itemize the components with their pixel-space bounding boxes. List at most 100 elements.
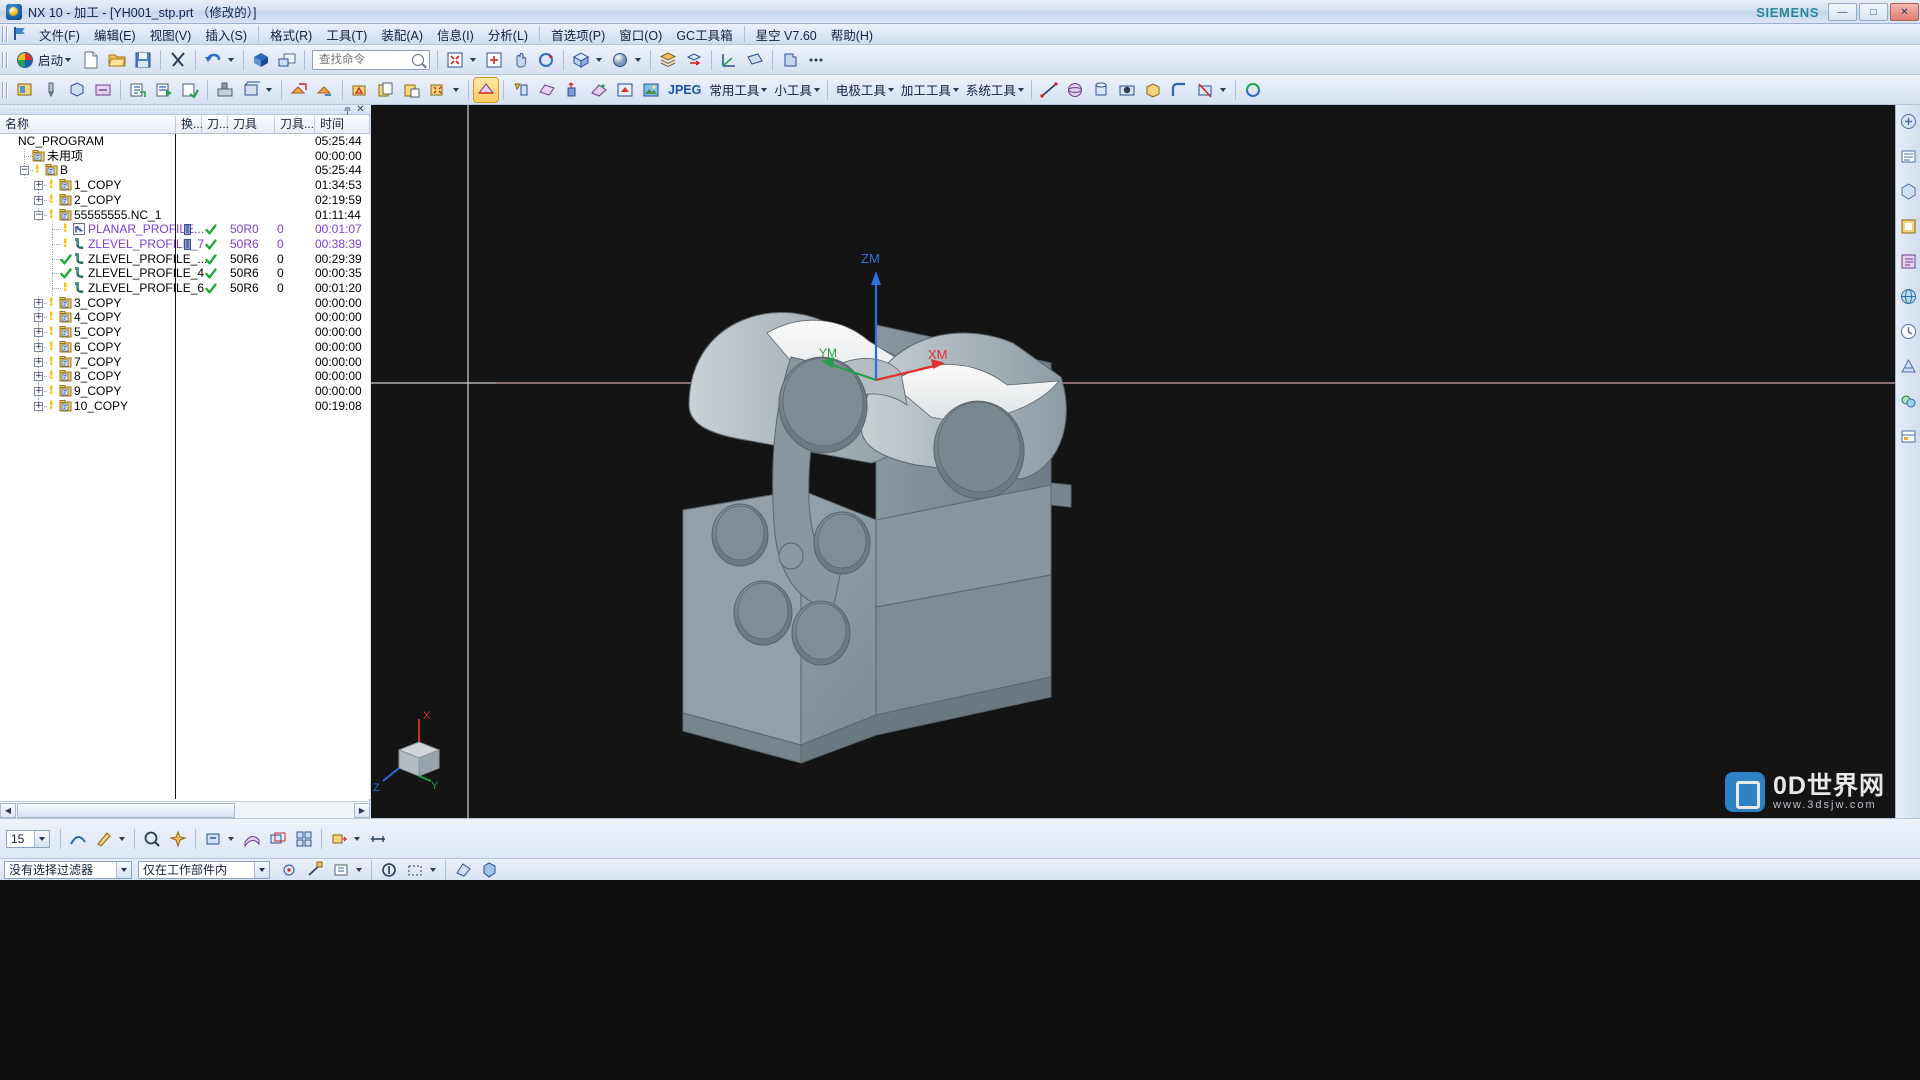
move-object-dropdown[interactable] (353, 827, 364, 851)
chevron-down-icon[interactable] (65, 57, 72, 62)
close-panel-icon[interactable]: ✕ (355, 105, 366, 115)
tree-row-name[interactable]: ZLEVEL_PROFILE_6 (88, 281, 204, 296)
tree-expand-button[interactable]: + (34, 386, 43, 396)
create-method-button[interactable] (91, 78, 115, 102)
new-file-button[interactable] (79, 48, 103, 72)
create-program-button[interactable] (13, 78, 37, 102)
sync-modeling-button[interactable] (1241, 78, 1265, 102)
graphics-window[interactable]: ZM XM YM X Z Y 0D世界网 www.3dsjw.com (371, 105, 1895, 818)
trim-button[interactable] (1193, 78, 1217, 102)
tree-row-name[interactable]: 5_COPY (74, 325, 121, 340)
cut-button[interactable] (166, 48, 190, 72)
chevron-down-icon[interactable] (813, 87, 820, 92)
zoom-level-combo[interactable]: 15 (6, 829, 50, 848)
shaded-dropdown[interactable] (634, 48, 645, 72)
selection-scope-combo[interactable]: 仅在工作部件内 (138, 860, 270, 879)
navigator-drag-handle[interactable] (4, 108, 356, 112)
tree-expand-button[interactable]: + (34, 195, 43, 205)
assembly-navigator-icon[interactable] (1898, 111, 1919, 132)
tree-row-name[interactable]: ZLEVEL_PROFILE_4 (88, 266, 204, 281)
model-viewport[interactable]: ZM XM YM X Z Y (371, 105, 1895, 818)
cut-region-button[interactable] (348, 78, 372, 102)
rotate-button[interactable] (534, 48, 558, 72)
rectangle-select-button[interactable] (403, 858, 427, 882)
pin-icon[interactable] (342, 105, 353, 115)
tree-row[interactable]: +10_COPY 00:19:08 (0, 398, 370, 414)
menu-item-assembly[interactable]: 装配(A) (374, 23, 430, 46)
create-geometry-button[interactable] (65, 78, 89, 102)
snap-options-button[interactable] (329, 858, 353, 882)
feature-dropdown[interactable] (1219, 78, 1230, 102)
tree-row-name[interactable]: 2_COPY (74, 193, 121, 208)
menu-electrode-tools[interactable]: 电极工具 (832, 80, 888, 99)
tree-row[interactable]: +3_COPY 00:00:00 (0, 295, 370, 311)
chevron-down-icon[interactable] (1017, 87, 1024, 92)
tree-expand-button[interactable]: + (34, 181, 43, 191)
col-header-time[interactable]: 时间 (315, 116, 370, 133)
zoom-button[interactable] (482, 48, 506, 72)
toolbar-grip[interactable] (2, 81, 9, 98)
col-header-change[interactable]: 换... (176, 116, 203, 133)
tree-expand-button[interactable]: + (34, 401, 43, 411)
constraint-navigator-icon[interactable] (1898, 146, 1919, 167)
search-icon[interactable] (412, 53, 425, 66)
operation-navigator-tree[interactable]: NC_PROGRAM 05:25:44 未用项 00:00:00− B 05:25:44 +… (0, 134, 370, 799)
select-mode-dropdown[interactable] (429, 858, 440, 882)
zoom-level-dropdown-button[interactable] (34, 830, 49, 847)
highlight-button[interactable] (166, 827, 190, 851)
fit-dropdown[interactable] (469, 48, 480, 72)
solid-preview-button[interactable] (613, 78, 637, 102)
create-tool-button[interactable] (39, 78, 63, 102)
tree-expand-button[interactable]: + (34, 357, 43, 367)
tree-row[interactable]: +7_COPY 00:00:00 (0, 354, 370, 370)
menu-item-file[interactable]: 文件(F) (32, 23, 87, 46)
analysis-button[interactable] (140, 827, 164, 851)
sketch-dropdown[interactable] (118, 827, 129, 851)
body-select-button[interactable] (477, 858, 501, 882)
tree-row-name[interactable]: 8_COPY (74, 369, 121, 384)
feature-ops-dropdown[interactable] (227, 827, 238, 851)
menu-item-insert[interactable]: 插入(S) (198, 23, 254, 46)
menubar-grip[interactable] (2, 26, 9, 42)
tree-expand-button[interactable]: + (34, 372, 43, 382)
undo-dropdown[interactable] (227, 48, 238, 72)
start-button[interactable]: 启动 (12, 48, 78, 72)
menu-item-help[interactable]: 帮助(H) (824, 23, 880, 46)
cylinder-button[interactable] (1089, 78, 1113, 102)
tree-row-name[interactable]: 10_COPY (74, 399, 128, 414)
maximize-button[interactable]: □ (1859, 3, 1888, 21)
render-style-button[interactable] (249, 48, 273, 72)
menu-small-tools[interactable]: 小工具 (770, 80, 814, 99)
chevron-down-icon[interactable] (761, 87, 768, 92)
face-select-button[interactable] (451, 858, 475, 882)
jpeg-label[interactable]: JPEG (664, 83, 705, 97)
blend-button[interactable] (1167, 78, 1191, 102)
window-layout-button[interactable] (275, 48, 299, 72)
menu-item-xingkong[interactable]: 星空 V7.60 (749, 23, 824, 46)
image-capture-button[interactable] (639, 78, 663, 102)
tree-row-name[interactable]: 3_COPY (74, 296, 121, 311)
copy-region-button[interactable] (374, 78, 398, 102)
menu-item-view[interactable]: 视图(V) (143, 23, 199, 46)
undo-button[interactable] (201, 48, 225, 72)
menu-item-gc-toolbox[interactable]: GC工具箱 (669, 23, 739, 46)
tree-row-name[interactable]: 1_COPY (74, 178, 121, 193)
menu-item-tools[interactable]: 工具(T) (319, 23, 374, 46)
workpiece-dropdown[interactable] (265, 78, 276, 102)
machine-tool-button[interactable] (213, 78, 237, 102)
fit-view-button[interactable] (443, 48, 467, 72)
line-button[interactable] (1037, 78, 1061, 102)
tree-row[interactable]: +1_COPY 01:34:53 (0, 178, 370, 193)
move-to-layer-button[interactable] (682, 48, 706, 72)
tree-row-name[interactable]: 9_COPY (74, 384, 121, 399)
tree-expand-button[interactable]: + (34, 313, 43, 323)
tree-row[interactable]: ZLEVEL_PROFILE_... 50R6 0 00:29:39 (0, 251, 370, 267)
tree-row-name[interactable]: 4_COPY (74, 310, 121, 325)
snap-dropdown[interactable] (355, 858, 366, 882)
tree-expand-button[interactable]: + (34, 328, 43, 338)
col-header-tool[interactable]: 刀具 (228, 116, 275, 133)
simulate-button[interactable] (509, 78, 533, 102)
menu-common-tools[interactable]: 常用工具 (705, 80, 761, 99)
feature-ops-button[interactable] (201, 827, 225, 851)
col-header-name[interactable]: 名称 (0, 116, 176, 133)
